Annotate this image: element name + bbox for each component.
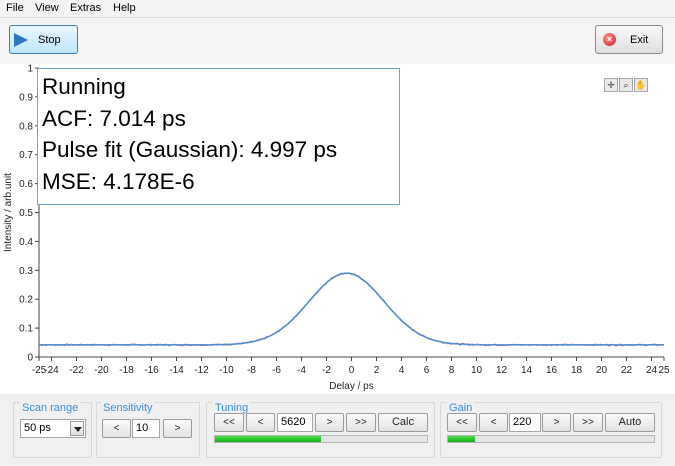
x-tick-label: 18 <box>571 365 583 376</box>
x-tick-label: 8 <box>449 365 455 376</box>
tuning-decrease-button[interactable]: < <box>246 413 275 432</box>
series-line-measured <box>38 272 665 347</box>
y-tick-label: 0.3 <box>19 266 33 277</box>
menu-view[interactable]: View <box>35 2 59 14</box>
x-tick-label: -24 <box>44 365 59 376</box>
menu-file[interactable]: File <box>6 2 24 14</box>
x-tick-label: -12 <box>194 365 209 376</box>
y-axis-label: Intensity / arb.unit <box>3 173 14 252</box>
tuning-group: Tuning << < 5620 > >> Calc <box>206 402 435 458</box>
x-tick-label: 0 <box>349 365 355 376</box>
tuning-progress-fill <box>215 436 321 442</box>
menu-extras[interactable]: Extras <box>70 2 101 14</box>
y-tick-label: 0.6 <box>19 179 33 190</box>
exit-button[interactable]: × Exit <box>595 25 663 54</box>
control-panel: Scan range 50 ps Sensitivity < 10 > Tuni… <box>0 394 675 466</box>
x-tick-label: -4 <box>297 365 306 376</box>
y-tick-label: 0.4 <box>19 237 33 248</box>
gain-progress-fill <box>448 436 475 442</box>
y-tick-label: 0.1 <box>19 324 33 335</box>
y-tick-label: 0.9 <box>19 92 33 103</box>
stop-button-label: Stop <box>38 33 61 46</box>
x-tick-label: 24 <box>646 365 658 376</box>
sensitivity-title: Sensitivity <box>101 402 155 414</box>
tuning-progress <box>214 435 428 443</box>
y-tick-label: 0.5 <box>19 208 33 219</box>
sensitivity-group: Sensitivity < 10 > <box>96 402 200 458</box>
x-tick-label: 6 <box>424 365 430 376</box>
x-tick-label: 25 <box>658 365 670 376</box>
x-tick-label: 20 <box>596 365 608 376</box>
tuning-increase-button[interactable]: > <box>315 413 344 432</box>
autocorrelator-window: File View Extras Help Stop × Exit 0 0.1 0.… <box>0 0 675 466</box>
sensitivity-input[interactable]: 10 <box>132 419 160 438</box>
y-tick-label: 0.7 <box>19 150 33 161</box>
toolbar: Stop × Exit <box>0 18 675 64</box>
y-tick-label: 0.2 <box>19 295 33 306</box>
tuning-fast-increase-button[interactable]: >> <box>346 413 376 432</box>
menu-bar: File View Extras Help <box>0 0 675 18</box>
x-tick-label: -14 <box>169 365 184 376</box>
x-tick-label: 14 <box>521 365 533 376</box>
menu-help[interactable]: Help <box>113 2 136 14</box>
x-tick-label: -22 <box>69 365 84 376</box>
x-tick-label: 12 <box>496 365 508 376</box>
sensitivity-increase-button[interactable]: > <box>163 419 192 438</box>
scan-range-value: 50 ps <box>24 422 51 434</box>
x-tick-label: -6 <box>272 365 281 376</box>
x-tick-label: 16 <box>546 365 558 376</box>
tuning-fast-decrease-button[interactable]: << <box>214 413 244 432</box>
x-tick-label: -18 <box>119 365 134 376</box>
pan-hand-icon[interactable]: ✋ <box>634 78 648 92</box>
gain-group: Gain << < 220 > >> Auto <box>440 402 662 458</box>
scan-range-title: Scan range <box>20 402 81 414</box>
scan-range-select[interactable]: 50 ps <box>20 419 86 438</box>
x-tick-label: 4 <box>399 365 405 376</box>
x-tick-label: 22 <box>621 365 633 376</box>
status-pulse-fit: Pulse fit (Gaussian): 4.997 ps <box>42 137 338 162</box>
status-running: Running <box>42 74 126 99</box>
play-icon <box>14 32 28 47</box>
y-tick-label: 0.8 <box>19 121 33 132</box>
chevron-down-icon[interactable] <box>70 421 84 436</box>
gain-input[interactable]: 220 <box>509 413 541 432</box>
exit-button-label: Exit <box>630 33 649 46</box>
tuning-input[interactable]: 5620 <box>277 413 313 432</box>
x-tick-label: 10 <box>471 365 483 376</box>
x-tick-label: -8 <box>247 365 256 376</box>
gain-increase-button[interactable]: > <box>542 413 571 432</box>
x-tick-label: -16 <box>144 365 159 376</box>
sensitivity-decrease-button[interactable]: < <box>102 419 131 438</box>
status-acf: ACF: 7.014 ps <box>42 105 186 131</box>
gain-fast-decrease-button[interactable]: << <box>447 413 477 432</box>
x-tick-label: -10 <box>219 365 234 376</box>
gain-progress <box>447 435 655 443</box>
crosshair-icon[interactable]: ✛ <box>604 78 618 92</box>
y-tick-label: 0 <box>27 353 33 364</box>
x-tick-label: -2 <box>322 365 331 376</box>
stop-button[interactable]: Stop <box>9 25 78 54</box>
status-mse: MSE: 4.178E-6 <box>42 168 195 194</box>
x-tick-label: -20 <box>94 365 109 376</box>
y-tick-label: 1 <box>27 64 33 75</box>
x-axis-label: Delay / ps <box>329 381 373 392</box>
plot-tools: ✛ ⌕ ✋ <box>604 78 648 92</box>
x-tick-label: 2 <box>374 365 380 376</box>
auto-button[interactable]: Auto <box>605 413 655 432</box>
gain-decrease-button[interactable]: < <box>479 413 508 432</box>
calc-button[interactable]: Calc <box>378 413 428 432</box>
status-overlay: Running ACF: 7.014 ps Pulse fit (Gaussia… <box>37 68 400 205</box>
close-icon: × <box>603 33 616 46</box>
scan-range-group: Scan range 50 ps <box>13 402 92 458</box>
zoom-icon[interactable]: ⌕ <box>619 78 633 92</box>
series-line-gaussian-fit <box>39 272 664 346</box>
gain-fast-increase-button[interactable]: >> <box>573 413 603 432</box>
